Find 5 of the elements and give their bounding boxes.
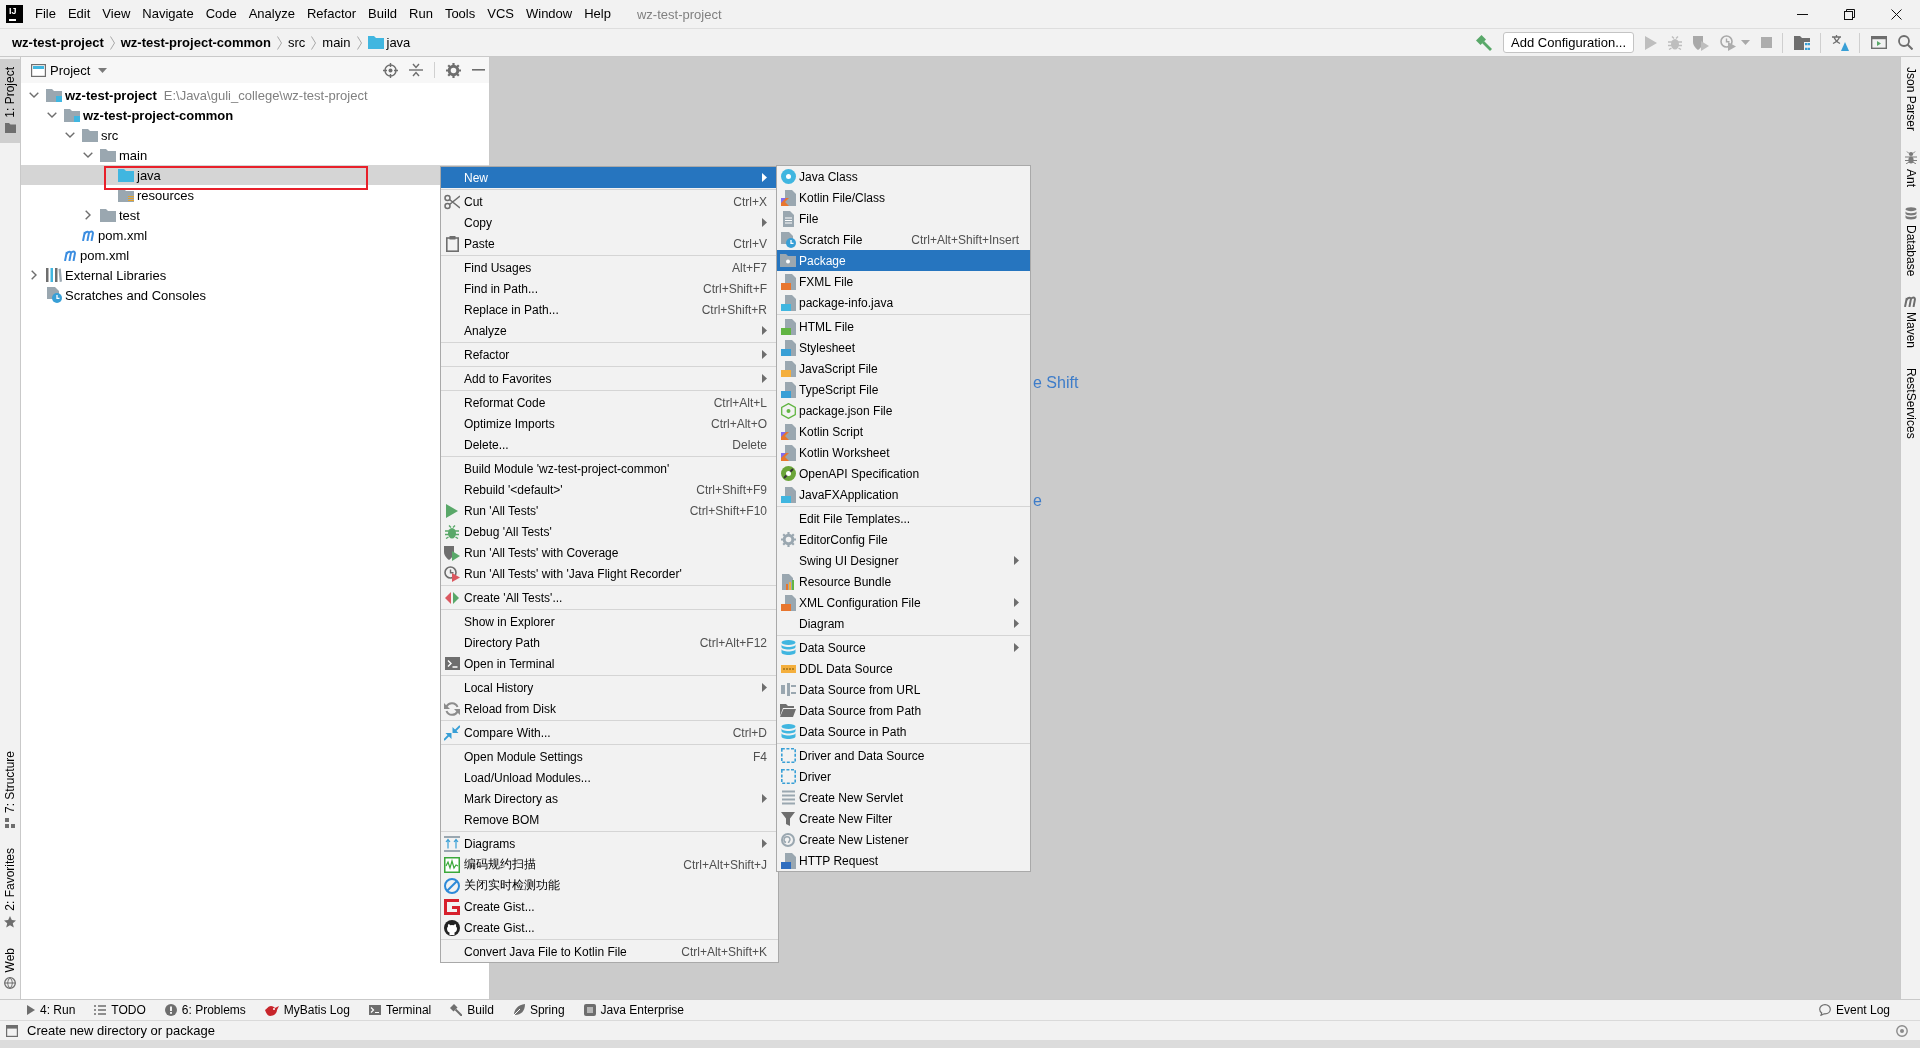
app-logo: IJ bbox=[6, 5, 23, 23]
status-message: Create new directory or package bbox=[27, 1023, 215, 1038]
shortcut-hint: e Shift bbox=[1033, 373, 1079, 392]
shortcut-hint: e bbox=[1033, 491, 1042, 510]
window-title: wz-test-project bbox=[636, 6, 722, 22]
